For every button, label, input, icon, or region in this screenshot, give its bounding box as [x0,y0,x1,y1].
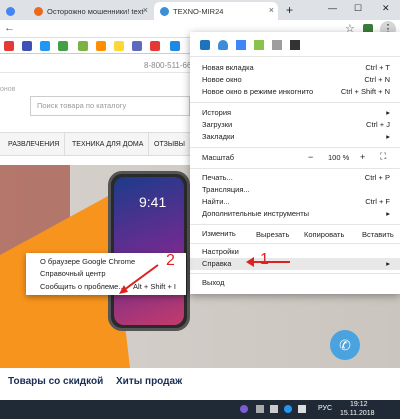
language-indicator[interactable]: РУС [318,405,332,412]
taskbar: РУС 19:12 15.11.2018 [0,400,400,419]
viber-icon[interactable] [240,405,248,413]
network-icon[interactable] [298,405,306,413]
tray-icon[interactable] [284,405,292,413]
annotation-step-2: 2 [166,252,175,269]
tray-icon[interactable] [256,405,264,413]
annotation-step-1: 1 [260,251,269,268]
annotation-arrows [119,257,290,294]
tray-icon[interactable] [270,405,278,413]
clock-time[interactable]: 19:12 [350,401,368,408]
clock-date[interactable]: 15.11.2018 [340,410,375,417]
